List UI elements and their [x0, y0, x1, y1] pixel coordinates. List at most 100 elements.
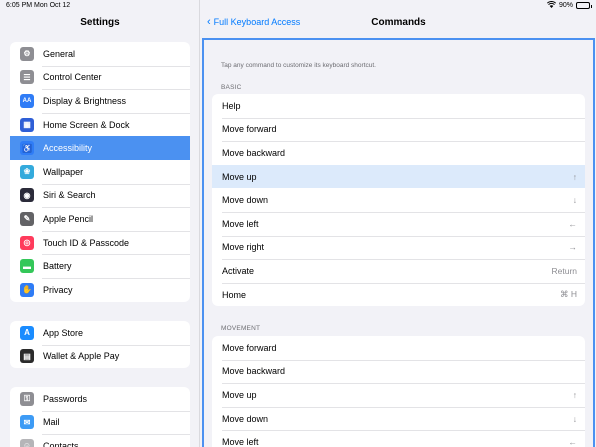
- command-label: Home: [222, 289, 247, 300]
- accessibility-icon: ♿: [20, 141, 34, 156]
- command-label: Move up: [222, 171, 257, 182]
- settings-sidebar: 6:05 PM Mon Oct 12 Settings ⚙ General ☰ Con…: [0, 0, 200, 447]
- command-row-move-right[interactable]: Move right →: [212, 235, 585, 260]
- sidebar-item-label: Display & Brightness: [43, 95, 127, 106]
- sidebar-item-apple-pencil[interactable]: ✎ Apple Pencil: [10, 207, 190, 231]
- sidebar-item-accessibility[interactable]: ♿ Accessibility: [10, 136, 190, 160]
- sidebar-item-home-screen-and-dock[interactable]: ▦ Home Screen & Dock: [10, 112, 190, 137]
- command-row-move-down[interactable]: Move down ↓: [212, 406, 585, 431]
- commands-pane: 90% ‹ Full Keyboard Access Commands Tap …: [201, 0, 596, 447]
- wifi-icon: [546, 1, 557, 10]
- command-row-move-left[interactable]: Move left ←: [212, 430, 585, 447]
- pencil-icon: ✎: [20, 211, 34, 226]
- sidebar-item-label: Wallpaper: [43, 166, 84, 177]
- command-label: Move backward: [222, 366, 286, 377]
- hand-icon: ✋: [20, 282, 34, 297]
- sidebar-item-touch-id-and-passcode[interactable]: ◎ Touch ID & Passcode: [10, 230, 190, 255]
- command-shortcut: →: [568, 242, 578, 253]
- command-list-movement: Move forward Move backward Move up ↑ Move do…: [212, 336, 585, 447]
- app-store-icon: A: [20, 325, 34, 340]
- command-shortcut: ↓: [572, 195, 577, 206]
- command-shortcut: ←: [568, 437, 578, 447]
- sidebar-item-privacy[interactable]: ✋ Privacy: [10, 277, 190, 302]
- command-row-move-forward[interactable]: Move forward: [212, 336, 585, 360]
- sidebar-item-label: Home Screen & Dock: [43, 119, 130, 130]
- sidebar-item-siri-and-search[interactable]: ◉ Siri & Search: [10, 183, 190, 208]
- command-label: Move forward: [222, 124, 277, 135]
- command-shortcut: ↑: [572, 389, 577, 400]
- wallet-icon: ▤: [20, 349, 34, 364]
- grid-icon: ▦: [20, 117, 34, 132]
- command-row-move-backward[interactable]: Move backward: [212, 359, 585, 384]
- status-time: 6:05 PM Mon Oct 12: [6, 2, 71, 9]
- sidebar-item-label: Wallet & Apple Pay: [43, 351, 120, 362]
- gear-icon: ⚙: [20, 46, 34, 61]
- command-label: Move down: [222, 195, 269, 206]
- sidebar-item-app-store[interactable]: A App Store: [10, 321, 190, 345]
- command-label: Help: [222, 100, 241, 111]
- command-label: Move up: [222, 389, 257, 400]
- mail-icon: ✉: [20, 415, 34, 430]
- sidebar-item-label: Passwords: [43, 393, 88, 404]
- sidebar-item-battery[interactable]: ▬ Battery: [10, 254, 190, 278]
- sidebar-item-wallet-and-apple-pay[interactable]: ▤ Wallet & Apple Pay: [10, 344, 190, 369]
- sidebar-item-label: Mail: [43, 417, 60, 428]
- sidebar-group: ⚿ Passwords ✉ Mail ☺ Contacts: [10, 387, 190, 447]
- siri-icon: ◉: [20, 188, 34, 203]
- sidebar-item-mail[interactable]: ✉ Mail: [10, 410, 190, 435]
- toggles-icon: ☰: [20, 70, 34, 85]
- sidebar-item-passwords[interactable]: ⚿ Passwords: [10, 387, 190, 411]
- command-list-basic: Help Move forward Move backward Move up ↑ Mov…: [212, 94, 585, 307]
- command-shortcut: Return: [551, 265, 577, 276]
- sidebar-title: Settings: [80, 17, 120, 28]
- section-header: BASIC: [221, 84, 242, 91]
- sidebar-item-control-center[interactable]: ☰ Control Center: [10, 65, 190, 90]
- sidebar-item-label: Touch ID & Passcode: [43, 237, 130, 248]
- command-label: Move left: [222, 218, 259, 229]
- command-row-move-forward[interactable]: Move forward: [212, 117, 585, 142]
- sidebar-item-label: General: [43, 48, 76, 59]
- sidebar-item-general[interactable]: ⚙ General: [10, 42, 190, 66]
- sidebar-item-display-and-brightness[interactable]: AA Display & Brightness: [10, 89, 190, 113]
- command-label: Move right: [222, 242, 265, 253]
- command-label: Move left: [222, 437, 259, 447]
- sidebar-item-label: Siri & Search: [43, 190, 96, 201]
- command-row-move-down[interactable]: Move down ↓: [212, 188, 585, 212]
- contacts-icon: ☺: [20, 438, 34, 447]
- battery-icon: [576, 2, 592, 9]
- text-size-icon: AA: [20, 93, 34, 108]
- page-title: Commands: [371, 17, 426, 28]
- sidebar-item-label: Contacts: [43, 440, 79, 447]
- sidebar-item-contacts[interactable]: ☺ Contacts: [10, 434, 190, 447]
- command-row-home[interactable]: Home ⌘ H: [212, 282, 585, 307]
- command-shortcut: ↑: [572, 171, 577, 182]
- command-shortcut: ↓: [572, 413, 577, 424]
- sidebar-item-label: Battery: [43, 261, 72, 272]
- section-header: MOVEMENT: [221, 325, 261, 332]
- sidebar-item-label: Apple Pencil: [43, 213, 94, 224]
- commands-list-container[interactable]: Tap any command to customize its keyboar…: [202, 38, 595, 447]
- command-label: Activate: [222, 265, 255, 276]
- command-row-help[interactable]: Help: [212, 94, 585, 118]
- command-row-move-backward[interactable]: Move backward: [212, 141, 585, 165]
- sidebar-item-label: Accessibility: [43, 143, 93, 154]
- instruction-text: Tap any command to customize its keyboar…: [221, 62, 376, 69]
- command-label: Move forward: [222, 342, 277, 353]
- navigation-bar: ‹ Full Keyboard Access Commands: [201, 14, 596, 36]
- command-row-move-up[interactable]: Move up ↑: [212, 164, 585, 189]
- sidebar-item-wallpaper[interactable]: ❀ Wallpaper: [10, 160, 190, 184]
- fingerprint-icon: ◎: [20, 235, 34, 250]
- command-shortcut: ←: [568, 218, 578, 229]
- sidebar-group: ⚙ General ☰ Control Center AA Display & Brigh…: [10, 42, 190, 302]
- command-row-move-up[interactable]: Move up ↑: [212, 383, 585, 407]
- flower-icon: ❀: [20, 164, 34, 179]
- status-bar-right: 90%: [201, 0, 596, 14]
- command-shortcut: ⌘ H: [560, 289, 577, 300]
- sidebar-item-label: App Store: [43, 327, 84, 338]
- battery-icon: ▬: [20, 259, 34, 274]
- command-row-activate[interactable]: Activate Return: [212, 259, 585, 283]
- battery-percent: 90%: [558, 2, 573, 9]
- command-row-move-left[interactable]: Move left ←: [212, 211, 585, 236]
- sidebar-item-label: Privacy: [43, 284, 73, 295]
- command-label: Move backward: [222, 147, 286, 158]
